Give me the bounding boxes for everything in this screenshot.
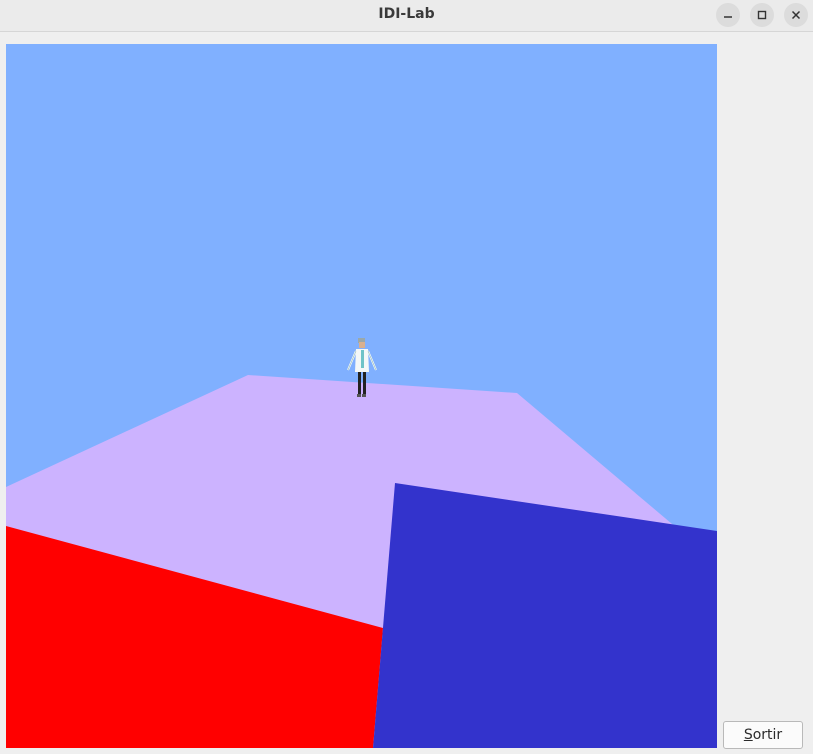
minimize-icon	[723, 10, 733, 20]
close-icon	[791, 10, 801, 20]
window-title: IDI-Lab	[378, 6, 435, 22]
quit-mnemonic: S	[743, 727, 753, 743]
app-window: IDI-Lab S ortir	[0, 0, 813, 754]
close-button[interactable]	[784, 3, 808, 27]
maximize-button[interactable]	[750, 3, 774, 27]
minimize-button[interactable]	[716, 3, 740, 27]
scene-canvas	[6, 44, 717, 748]
quit-button[interactable]: Sortir	[723, 721, 803, 749]
title-bar[interactable]: IDI-Lab	[0, 0, 813, 32]
maximize-icon	[757, 10, 767, 20]
gl-viewport[interactable]	[6, 44, 717, 748]
quit-label: ortir	[752, 727, 783, 743]
